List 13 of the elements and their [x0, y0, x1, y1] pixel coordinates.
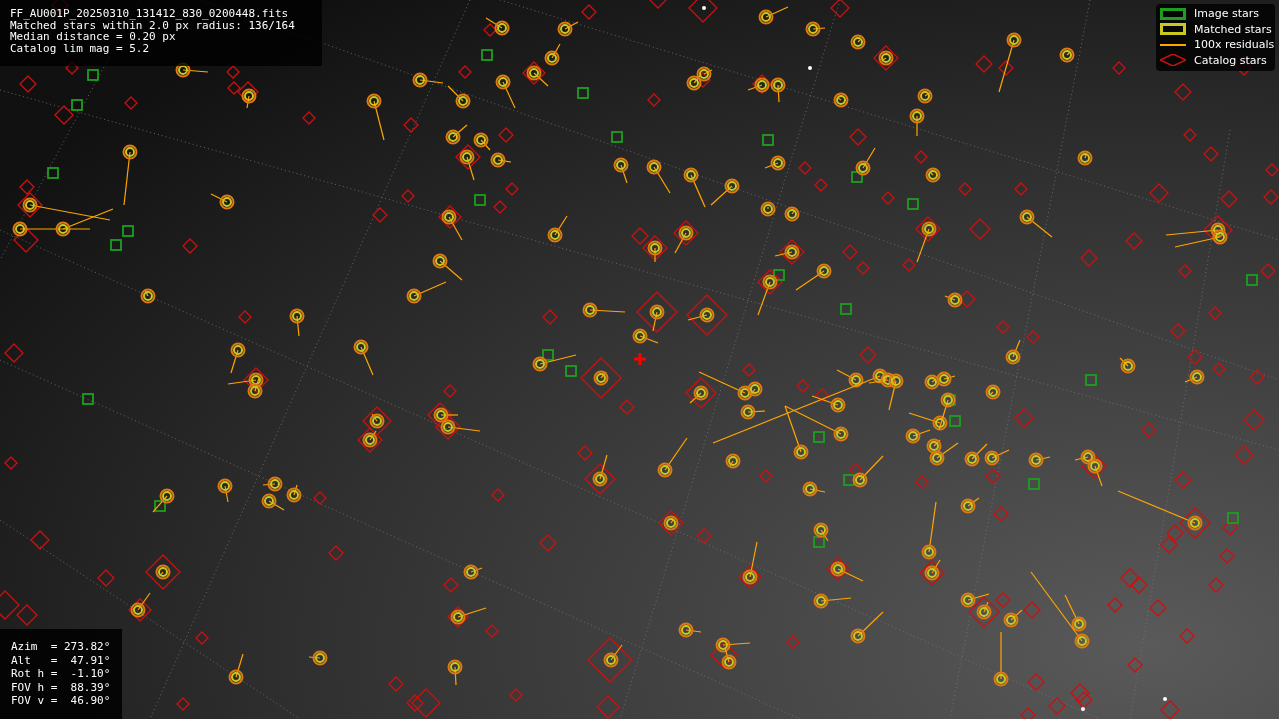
pointing-text: FOV v = 46.90°	[11, 694, 112, 708]
pointing-text: Rot h = -1.10°	[11, 667, 112, 681]
pointing-text: FOV h = 88.39°	[11, 680, 112, 694]
info-text: Catalog lim mag = 5.2	[10, 42, 151, 54]
info-text: FF_AU001P_20250310_131412_830_0200448.fits	[10, 8, 290, 20]
legend-label: Matched stars	[1194, 23, 1272, 35]
legend-label: Catalog stars	[1194, 54, 1267, 66]
info-text: Median distance = 0.20 px	[10, 31, 176, 43]
legend-label: 100x residuals	[1194, 39, 1275, 51]
legend-label: Image stars	[1194, 8, 1259, 20]
pointing-text: Azim = 273.82°	[11, 640, 112, 654]
info-text: Matched stars within 2.0 px radius: 136/164	[10, 19, 296, 31]
pointing-text: Alt = 47.91°	[11, 653, 112, 667]
